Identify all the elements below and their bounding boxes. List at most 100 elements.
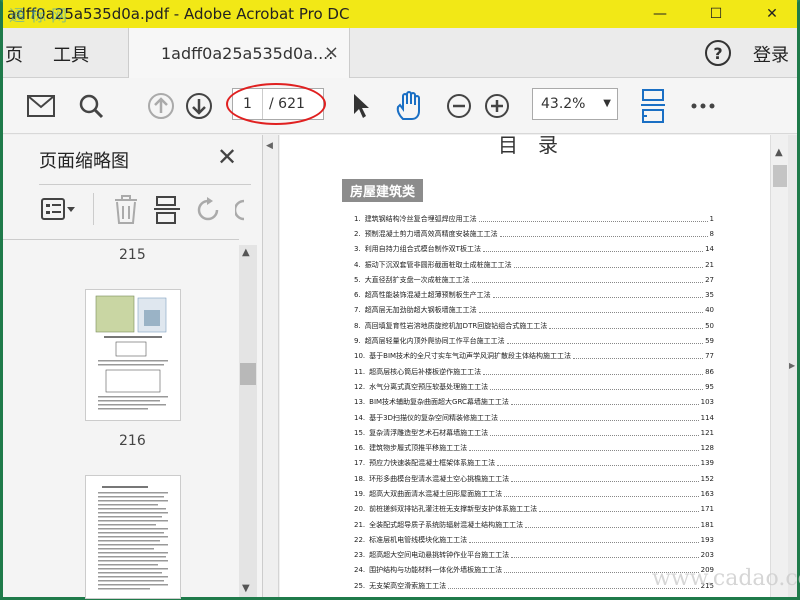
fit-page-icon[interactable] bbox=[637, 86, 669, 126]
help-icon[interactable]: ? bbox=[705, 40, 731, 66]
close-window-button[interactable]: ✕ bbox=[749, 0, 795, 28]
toc-entry[interactable]: 11. 超高层核心筒后补楼板逆作施工工法 86 bbox=[354, 364, 714, 379]
panel-collapse-handle[interactable]: ◀ bbox=[263, 135, 279, 597]
tab-label: 1adff0a25a535d0a.... bbox=[161, 43, 334, 63]
zoom-in-icon[interactable] bbox=[481, 90, 513, 122]
rotate-right-icon[interactable] bbox=[233, 197, 245, 227]
toc-entry[interactable]: 16. 建筑物步履式顶推平移施工工法 128 bbox=[354, 440, 714, 455]
toc-entry-text: 高回填复育性岩溶地质旋挖机加DTR回旋钻组合式施工工法 bbox=[364, 321, 548, 330]
toc-entry[interactable]: 9. 超高层轻量化内顶外爬协同工作平台施工工法 59 bbox=[354, 333, 714, 348]
close-panel-icon[interactable]: ✕ bbox=[217, 143, 237, 171]
toc-entry-number: 7. bbox=[354, 306, 361, 315]
toc-entry[interactable]: 6. 超高性能装饰混凝土超薄预制板生产工法 35 bbox=[354, 287, 714, 302]
toc-entry[interactable]: 18. 环形多曲模台型清水混凝土空心挑檐施工工法 152 bbox=[354, 471, 714, 486]
scroll-down-icon[interactable]: ▼ bbox=[242, 583, 250, 594]
toc-entry-text: 超高超大空间电动悬挑转钟作业平台施工工法 bbox=[369, 551, 510, 560]
toc-entry-text: 利用自持力组合式模台制作双T板工法 bbox=[364, 245, 481, 254]
toc-entry-number: 22. bbox=[354, 535, 366, 544]
toc-leader-dots bbox=[525, 522, 699, 528]
section-label: 房屋建筑类 bbox=[342, 179, 424, 202]
toc-entry-page: 163 bbox=[700, 489, 714, 498]
toc-leader-dots bbox=[539, 506, 699, 513]
select-cursor-icon[interactable] bbox=[345, 90, 377, 122]
toc-entry-number: 23. bbox=[354, 551, 366, 560]
next-page-icon[interactable] bbox=[183, 90, 215, 122]
mail-icon[interactable] bbox=[25, 90, 57, 122]
more-options-icon[interactable] bbox=[687, 90, 719, 122]
thumbnail-page-number: 216 bbox=[119, 433, 146, 449]
toc-entry[interactable]: 10. 基于BIM技术的全尺寸实车气动声学风洞扩散段主体结构施工工法 77 bbox=[354, 349, 714, 364]
maximize-button[interactable]: ☐ bbox=[693, 0, 739, 28]
thumbnail-scrollbar[interactable]: ▲ ▼ bbox=[239, 245, 257, 597]
toc-leader-dots bbox=[469, 445, 699, 452]
menu-tools[interactable]: 工具 bbox=[53, 41, 89, 67]
toc-entry[interactable]: 15. 复杂清浮雕造型艺术石材幕墙施工工法 121 bbox=[354, 425, 714, 440]
toc-entry-page: 128 bbox=[700, 444, 714, 453]
search-icon[interactable] bbox=[75, 90, 107, 122]
toc-entry-page: 50 bbox=[705, 321, 714, 330]
toc-entry-page: 21 bbox=[705, 260, 714, 269]
zoom-out-icon[interactable] bbox=[443, 90, 475, 122]
document-tab[interactable]: 1adff0a25a535d0a.... × bbox=[128, 28, 350, 78]
toc-leader-dots bbox=[469, 537, 699, 543]
scroll-up-icon[interactable]: ▲ bbox=[242, 247, 250, 258]
page-thumbnail[interactable] bbox=[85, 475, 181, 599]
toc-entry-page: 95 bbox=[705, 382, 714, 391]
toc-entry-number: 18. bbox=[354, 474, 366, 483]
toc-entry[interactable]: 8. 高回填复育性岩溶地质旋挖机加DTR回旋钻组合式施工工法 50 bbox=[354, 318, 714, 333]
menu-home[interactable]: 页 bbox=[5, 41, 23, 67]
toc-entry-page: 35 bbox=[705, 291, 714, 300]
zoom-dropdown[interactable]: 43.2% ▼ bbox=[532, 88, 618, 120]
toc-leader-dots bbox=[490, 384, 704, 390]
toc-entry[interactable]: 23. 超高超大空间电动悬挑转钟作业平台施工工法 203 bbox=[354, 548, 714, 563]
previous-page-icon[interactable] bbox=[145, 90, 177, 122]
toc-entry[interactable]: 1. 建筑钢结构冷丝复合埋弧焊应用工法 1 bbox=[354, 211, 714, 226]
minimize-button[interactable]: — bbox=[637, 0, 683, 28]
tab-close-icon[interactable]: × bbox=[324, 42, 339, 63]
toc-entry[interactable]: 5. 大直径刮扩支盘一次成桩施工工法 27 bbox=[354, 272, 714, 287]
delete-icon[interactable] bbox=[113, 195, 139, 229]
toc-entry[interactable]: 4. 振动下沉双套管非圆形截面桩取土成桩施工工法 21 bbox=[354, 257, 714, 272]
toc-entry[interactable]: 2. 预制混凝土剪力墙高效高精度安装施工工法 8 bbox=[354, 226, 714, 241]
right-panel-handle[interactable]: ▶ bbox=[788, 135, 797, 597]
toc-entry-text: 复杂清浮雕造型艺术石材幕墙施工工法 bbox=[369, 428, 489, 437]
toc-entry-number: 25. bbox=[354, 581, 366, 590]
toc-entry-number: 15. bbox=[354, 428, 366, 437]
page-thumbnail[interactable] bbox=[85, 289, 181, 421]
expand-arrow-icon[interactable]: ▶ bbox=[789, 361, 795, 370]
toc-entry[interactable]: 17. 预应力快速装配混凝土框架体系施工工法 139 bbox=[354, 456, 714, 471]
toc-entry-page: 8 bbox=[709, 229, 714, 238]
collapse-arrow-icon[interactable]: ◀ bbox=[266, 141, 273, 151]
watermark-text: www.cadao.com bbox=[652, 566, 800, 591]
toc-entry-text: 超高层无加劲肋超大钢板墙施工工法 bbox=[364, 306, 477, 315]
toc-entry[interactable]: 12. 水气分离式真空预压软基处理施工工法 95 bbox=[354, 379, 714, 394]
toc-entry[interactable]: 13. BIM技术辅助复杂曲面超大GRC幕墙施工工法 103 bbox=[354, 395, 714, 410]
toc-entry-page: 121 bbox=[700, 428, 714, 437]
toc-entry[interactable]: 20. 前桩搓斜双排钻孔灌注桩无支撑新型支护体系施工工法 171 bbox=[354, 502, 714, 517]
scroll-thumb[interactable] bbox=[773, 165, 787, 187]
toc-entry[interactable]: 22. 标准层机电管线模块化施工工法 193 bbox=[354, 532, 714, 547]
toc-entry-text: 标准层机电管线模块化施工工法 bbox=[369, 535, 468, 544]
thumbnail-options-icon[interactable] bbox=[41, 197, 77, 225]
toc-entry-number: 13. bbox=[354, 398, 366, 407]
scroll-up-icon[interactable]: ▲ bbox=[775, 147, 783, 158]
toc-entry[interactable]: 3. 利用自持力组合式模台制作双T板工法 14 bbox=[354, 242, 714, 257]
toc-entry[interactable]: 19. 超高大双曲面清水混凝土回形屋面施工工法 163 bbox=[354, 486, 714, 501]
document-scrollbar[interactable]: ▲ bbox=[770, 135, 788, 597]
toc-entry-number: 16. bbox=[354, 444, 366, 453]
toc-leader-dots bbox=[573, 353, 704, 360]
toc-entry[interactable]: 21. 全装配式超导质子系统防辐射混凝土结构施工工法 181 bbox=[354, 517, 714, 532]
toc-entry[interactable]: 14. 基于3D扫描仪的复杂空间精装修施工工法 114 bbox=[354, 410, 714, 425]
title-bar: adff0a25a535d0a.pdf - Adobe Acrobat Pro … bbox=[3, 0, 797, 28]
hand-tool-icon[interactable] bbox=[393, 90, 425, 122]
login-button[interactable]: 登录 bbox=[753, 41, 789, 67]
toc-entry-number: 5. bbox=[354, 275, 361, 284]
toc-entry[interactable]: 7. 超高层无加劲肋超大钢板墙施工工法 40 bbox=[354, 303, 714, 318]
table-of-contents: 1. 建筑钢结构冷丝复合埋弧焊应用工法 1 2. 预制混凝土剪力墙高效高精度安装施工工法… bbox=[354, 211, 714, 593]
scroll-thumb[interactable] bbox=[240, 363, 256, 385]
toc-leader-dots bbox=[478, 307, 704, 314]
insert-page-icon[interactable] bbox=[153, 195, 181, 229]
toc-entry-page: 27 bbox=[705, 275, 714, 284]
rotate-icon[interactable] bbox=[195, 197, 223, 227]
toc-entry-text: 围护结构与功能材料一体化外墙板施工工法 bbox=[369, 566, 503, 575]
